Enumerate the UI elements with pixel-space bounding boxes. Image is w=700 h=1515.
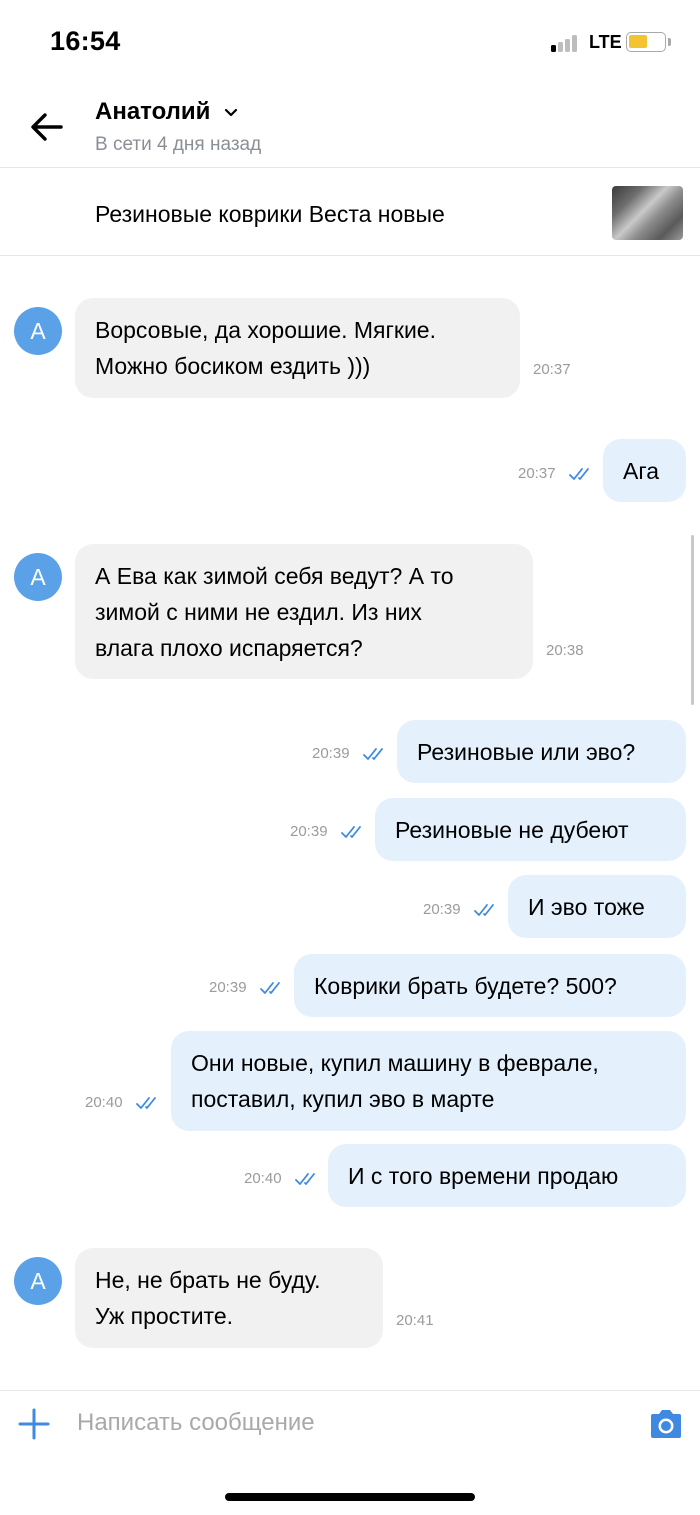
camera-icon[interactable] xyxy=(648,1408,684,1440)
message-text: И с того времени продаю xyxy=(348,1163,619,1189)
message-time: 20:38 xyxy=(546,642,584,659)
message-time: 20:39 xyxy=(290,823,328,840)
read-checkmarks-icon xyxy=(568,466,596,482)
message-time: 20:37 xyxy=(518,465,556,482)
contact-status: В сети 4 дня назад xyxy=(95,134,262,155)
message-bubble[interactable]: И с того времени продаю xyxy=(328,1144,686,1207)
message-text: Резиновые не дубеют xyxy=(395,817,629,843)
message-text: Уж простите. xyxy=(95,1303,233,1329)
message-bubble[interactable]: Не, не брать не буду. Уж простите. xyxy=(75,1248,383,1348)
message-text: Не, не брать не буду. xyxy=(95,1267,321,1293)
signal-strength-icon xyxy=(551,34,581,52)
message-time: 20:39 xyxy=(423,901,461,918)
status-bar: 16:54 LTE xyxy=(0,0,700,86)
message-bubble[interactable]: Резиновые или эво? xyxy=(397,720,686,783)
read-checkmarks-icon xyxy=(473,902,501,918)
read-checkmarks-icon xyxy=(259,980,287,996)
message-text: И эво тоже xyxy=(528,894,645,920)
message-text: Ворсовые, да хорошие. Мягкие. xyxy=(95,317,436,343)
read-checkmarks-icon xyxy=(340,824,368,840)
message-time: 20:40 xyxy=(244,1170,282,1187)
avatar[interactable]: А xyxy=(14,307,62,355)
message-text: поставил, купил эво в марте xyxy=(191,1086,495,1112)
attach-plus-icon[interactable] xyxy=(18,1408,50,1440)
message-text: Коврики брать будете? 500? xyxy=(314,973,617,999)
listing-bar[interactable]: Резиновые коврики Веста новые xyxy=(0,168,700,256)
listing-thumbnail[interactable] xyxy=(612,186,683,240)
message-text: Можно босиком ездить ))) xyxy=(95,353,371,379)
chat-header: Анатолий В сети 4 дня назад xyxy=(0,86,700,168)
message-time: 20:39 xyxy=(312,745,350,762)
message-text: зимой с ними не ездил. Из них xyxy=(95,599,422,625)
message-bubble[interactable]: Коврики брать будете? 500? xyxy=(294,954,686,1017)
contact-name[interactable]: Анатолий xyxy=(95,98,210,126)
avatar[interactable]: А xyxy=(14,1257,62,1305)
message-composer xyxy=(0,1390,700,1462)
message-text: Они новые, купил машину в феврале, xyxy=(191,1050,599,1076)
read-checkmarks-icon xyxy=(135,1095,163,1111)
read-checkmarks-icon xyxy=(294,1171,322,1187)
message-time: 20:41 xyxy=(396,1312,434,1329)
message-bubble[interactable]: Ворсовые, да хорошие. Мягкие. Можно босик… xyxy=(75,298,520,398)
network-label: LTE xyxy=(589,32,622,52)
home-indicator[interactable] xyxy=(225,1493,475,1501)
message-time: 20:39 xyxy=(209,979,247,996)
message-text: Ага xyxy=(623,458,660,484)
message-time: 20:37 xyxy=(533,361,571,378)
message-input[interactable] xyxy=(77,1409,617,1437)
battery-icon xyxy=(626,32,666,52)
status-time: 16:54 xyxy=(50,26,121,56)
message-bubble[interactable]: Резиновые не дубеют xyxy=(375,798,686,861)
message-text: А Ева как зимой себя ведут? А то xyxy=(95,563,454,589)
message-bubble[interactable]: Они новые, купил машину в феврале, постав… xyxy=(171,1031,686,1131)
message-bubble[interactable]: Ага xyxy=(603,439,686,502)
message-text: влага плохо испаряется? xyxy=(95,635,363,661)
message-time: 20:40 xyxy=(85,1094,123,1111)
avatar[interactable]: А xyxy=(14,553,62,601)
listing-title[interactable]: Резиновые коврики Веста новые xyxy=(95,201,445,228)
arrow-left-icon[interactable] xyxy=(28,108,66,146)
read-checkmarks-icon xyxy=(362,746,390,762)
message-text: Резиновые или эво? xyxy=(417,739,636,765)
message-bubble[interactable]: И эво тоже xyxy=(508,875,686,938)
battery-tip xyxy=(668,38,671,46)
chevron-down-icon[interactable] xyxy=(222,104,240,122)
scroll-indicator[interactable] xyxy=(691,535,694,705)
message-bubble[interactable]: А Ева как зимой себя ведут? А то зимой с … xyxy=(75,544,533,679)
